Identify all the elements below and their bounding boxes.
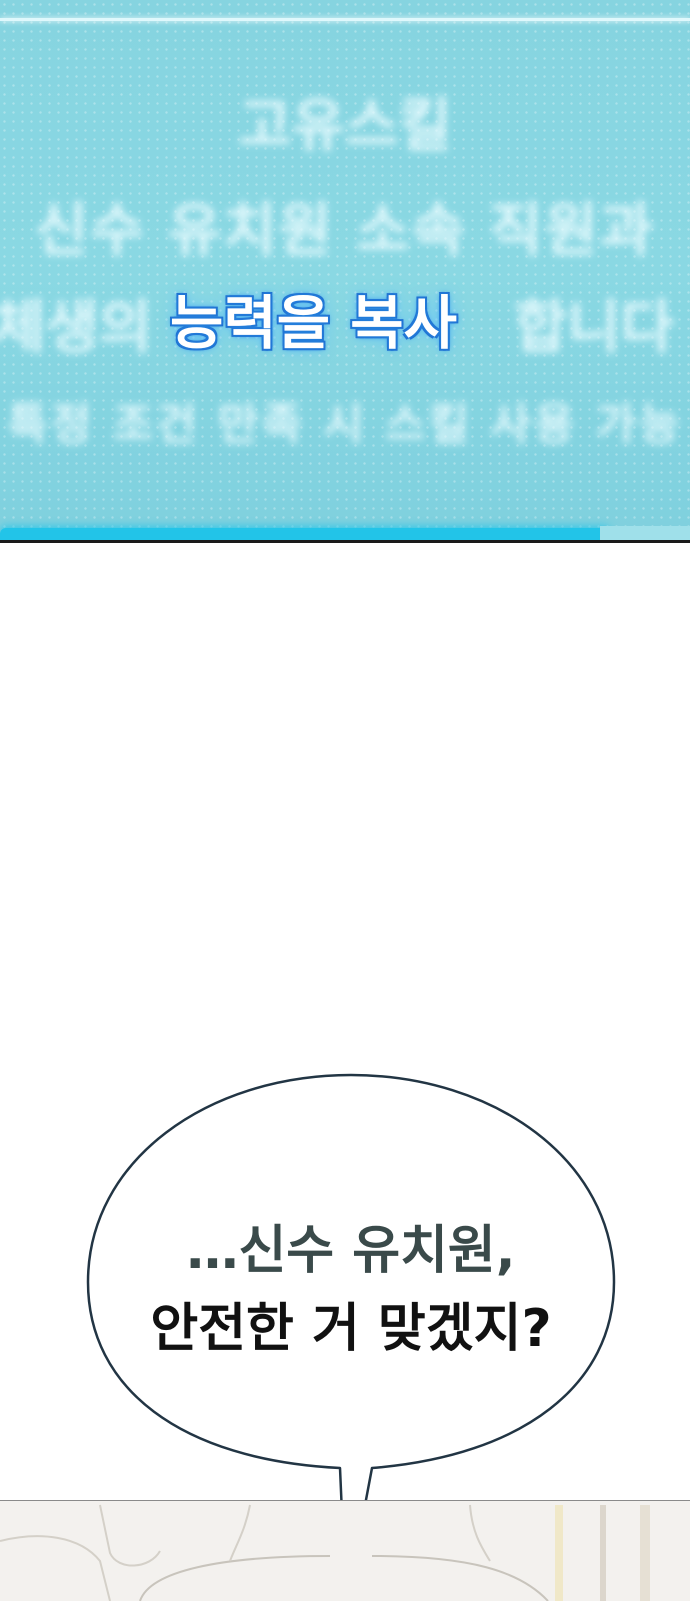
panel-description-line-1: 신수 유치원 소속 직원과 bbox=[34, 196, 656, 264]
skill-status-panel: 고유스킬 신수 유치원 소속 직원과 체생의 능력을 복사 합니다 특정 조건 … bbox=[0, 0, 690, 543]
scene-sketch-panel bbox=[0, 1500, 690, 1601]
panel-bottom-glow-bar bbox=[0, 528, 610, 540]
highlighted-ability-text: 능력을 복사 bbox=[170, 289, 457, 357]
panel-description-line-2: 체생의 능력을 복사 합니다 bbox=[0, 280, 690, 361]
panel-top-border bbox=[0, 18, 690, 21]
panel-line-2-left-blurred: 체생의 bbox=[0, 293, 153, 361]
speech-line-2: 안전한 거 맞겠지? bbox=[150, 1299, 552, 1359]
panel-condition-blurred: 특정 조건 만족 시 스킬 사용 가능 bbox=[7, 399, 683, 450]
panel-title-blurred: 고유스킬 bbox=[238, 91, 452, 159]
panel-bottom-right-edge bbox=[600, 526, 690, 540]
scene-sketch-lines bbox=[0, 1504, 650, 1601]
speech-line-1: …신수 유치원, bbox=[186, 1221, 516, 1281]
panel-line-2-right-blurred: 합니다 bbox=[514, 293, 675, 361]
